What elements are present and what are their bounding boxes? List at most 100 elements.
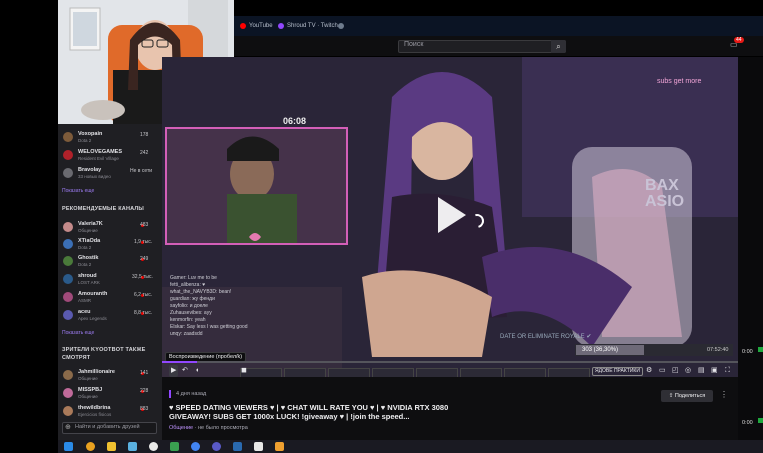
search-button[interactable]: ⌕ [551, 40, 566, 53]
app-icon[interactable] [233, 442, 242, 451]
viewer-count: 483 [140, 222, 149, 228]
theatre-mode-icon[interactable]: ▭ [659, 365, 666, 377]
tab-twitch[interactable]: Shroud TV · Twitch [278, 19, 338, 33]
chrome-icon[interactable] [191, 442, 200, 451]
play-icon[interactable] [436, 195, 468, 235]
avatar [63, 222, 73, 232]
sidebar-channel-bravolay[interactable]: Bravolay 33 новых видео Не в сети [58, 166, 162, 182]
viewer-count: 228 [140, 388, 149, 394]
sidebar-channel-ghostik[interactable]: Ghostik Dota 2 249 [58, 254, 162, 270]
side-timer: 0:00 [742, 420, 753, 426]
video-category-link[interactable]: Общение [169, 425, 193, 431]
sidebar-channel-misspbj[interactable]: MISSPBJ Общение 228 [58, 386, 162, 402]
sidebar-channel-valeria7k[interactable]: Valeria7K Общение 483 [58, 220, 162, 236]
tab-label: YouTube [249, 23, 273, 29]
avatar [63, 132, 73, 142]
browser-tab-strip: YouTube Shroud TV · Twitch [234, 16, 763, 36]
tab-youtube[interactable]: YouTube [240, 19, 273, 33]
globe-icon [338, 23, 344, 29]
search-icon: ⌕ [556, 42, 561, 51]
viewer-count: 242 [140, 150, 149, 156]
avatar [63, 406, 73, 416]
play-button-icon[interactable]: ▶ [169, 365, 179, 377]
rewind-icon[interactable]: ↶ [182, 365, 188, 377]
show-more-recommended[interactable]: Показать еще [62, 330, 94, 336]
chat-line: sayfolio: и доеле [170, 303, 208, 309]
app-icon[interactable] [170, 442, 179, 451]
channel-name: shroud [78, 273, 97, 279]
channel-game: LOST ARK [78, 280, 100, 285]
tab-label: Shroud TV · Twitch [287, 23, 338, 29]
avatar [63, 292, 73, 302]
sidebar-channel-amouranth[interactable]: Amouranth ASMR 6,2 тыс. [58, 290, 162, 306]
status-indicator [758, 418, 763, 423]
pip-timer: 06:08 [283, 116, 307, 126]
channel-name: Ghostik [78, 255, 99, 261]
channel-game: Dota 2 [78, 245, 92, 250]
show-more-followed[interactable]: Показать еще [62, 188, 94, 194]
sidebar-channel-thewildbrina[interactable]: thewildbrina Ejercicios físicos 883 [58, 404, 162, 420]
sidebar-channel-voxopain[interactable]: Voxopain Dota 2 178 [58, 130, 162, 146]
app-icon[interactable] [212, 442, 221, 451]
pip-icon[interactable]: ▣ [711, 365, 718, 377]
recommended-header: РЕКОМЕНДУЕМЫЕ КАНАЛЫ [62, 206, 145, 212]
share-label: Поделиться [674, 393, 706, 399]
channel-name: Bravolay [78, 167, 102, 173]
app-icon[interactable] [86, 442, 95, 451]
avatar [63, 370, 73, 380]
os-taskbar [58, 440, 763, 453]
left-sidebar: Voxopain Dota 2 178 WELOVEGAMES Resident… [58, 124, 162, 440]
channel-game: Ejercicios físicos [78, 412, 112, 417]
fullscreen-icon[interactable]: ⛶ [725, 365, 730, 377]
channel-game: ASMR [78, 298, 92, 303]
volume-icon[interactable]: ◖ [195, 365, 199, 377]
app-icon[interactable] [149, 442, 158, 451]
also-watch-header: ЗРИТЕЛИ KYOOTBOT ТАКЖЕ [62, 347, 146, 353]
chat-line: fetti_alibenza: ♥ [170, 282, 206, 288]
tab-other[interactable] [338, 19, 344, 33]
accent-bar [169, 390, 171, 398]
overlay-title: subs get more [657, 78, 702, 85]
app-icon[interactable] [254, 442, 263, 451]
channel-name: WELOVEGAMES [78, 149, 123, 155]
sidebar-channel-shroud[interactable]: shroud LOST ARK 32,5 тыс. [58, 272, 162, 288]
sidebar-channel-welovegames[interactable]: WELOVEGAMES Resident Evil Village 242 [58, 148, 162, 164]
miniplayer-icon[interactable]: ◰ [672, 365, 679, 377]
folder-icon[interactable] [107, 442, 116, 451]
chat-line: what_the_NAVYB3D: bean! [170, 289, 232, 295]
video-meta: Общение · не было просмотра [169, 425, 248, 431]
also-watch-header-2: СМОТРЯТ [62, 355, 91, 361]
player-controls: ▶ ↶ ◖ ◼ ⚙ ▭ ◰ ◎ ▤ ▣ ⛶ [165, 365, 738, 377]
sidebar-channel-aceu[interactable]: aceu Apex Legends 8,8 тыс. [58, 308, 162, 324]
avatar [63, 388, 73, 398]
offline-status: Не в сети [130, 168, 153, 174]
youtube-icon [240, 23, 246, 29]
seek-bar[interactable] [162, 361, 738, 363]
channel-name: Voxopain [78, 131, 103, 137]
app-icon[interactable] [275, 442, 284, 451]
pip-webcam-overlay [165, 127, 348, 245]
share-button[interactable]: ⇪ Поделиться [661, 390, 713, 402]
speed-icon[interactable]: ◎ [685, 365, 691, 377]
app-icon[interactable] [128, 442, 137, 451]
right-edge-panel [738, 57, 763, 440]
add-friend-icon: ⊕ [65, 424, 71, 431]
clip-icon[interactable]: ◼ [241, 365, 247, 377]
channel-game: Общение [78, 228, 98, 233]
channel-game: Dota 2 [78, 262, 92, 267]
start-menu-icon[interactable] [64, 442, 73, 451]
chat-line: Gamer: Luv me to be [170, 275, 217, 281]
captions-icon[interactable]: ▤ [698, 365, 705, 377]
sidebar-channel-xtiaoda[interactable]: XTiaOda Dota 2 1,9 тыс. [58, 237, 162, 253]
settings-gear-icon[interactable]: ⚙ [646, 365, 652, 377]
more-options-icon[interactable]: ⋮ [720, 390, 728, 399]
avatar [63, 274, 73, 284]
viewer-count: 1,9 тыс. [134, 239, 153, 245]
sidebar-channel-jahmillionaire[interactable]: Jahmillionaire Общение 141 [58, 368, 162, 384]
quality-badge[interactable]: ЯДОВЕ ПРАКТИКИ [592, 367, 643, 376]
channel-game: 33 новых видео [78, 174, 111, 179]
video-meta-suffix: · не было просмотра [194, 425, 248, 431]
channel-name: aceu [78, 309, 91, 315]
side-timer: 0:00 [742, 349, 753, 355]
avatar [63, 168, 73, 178]
